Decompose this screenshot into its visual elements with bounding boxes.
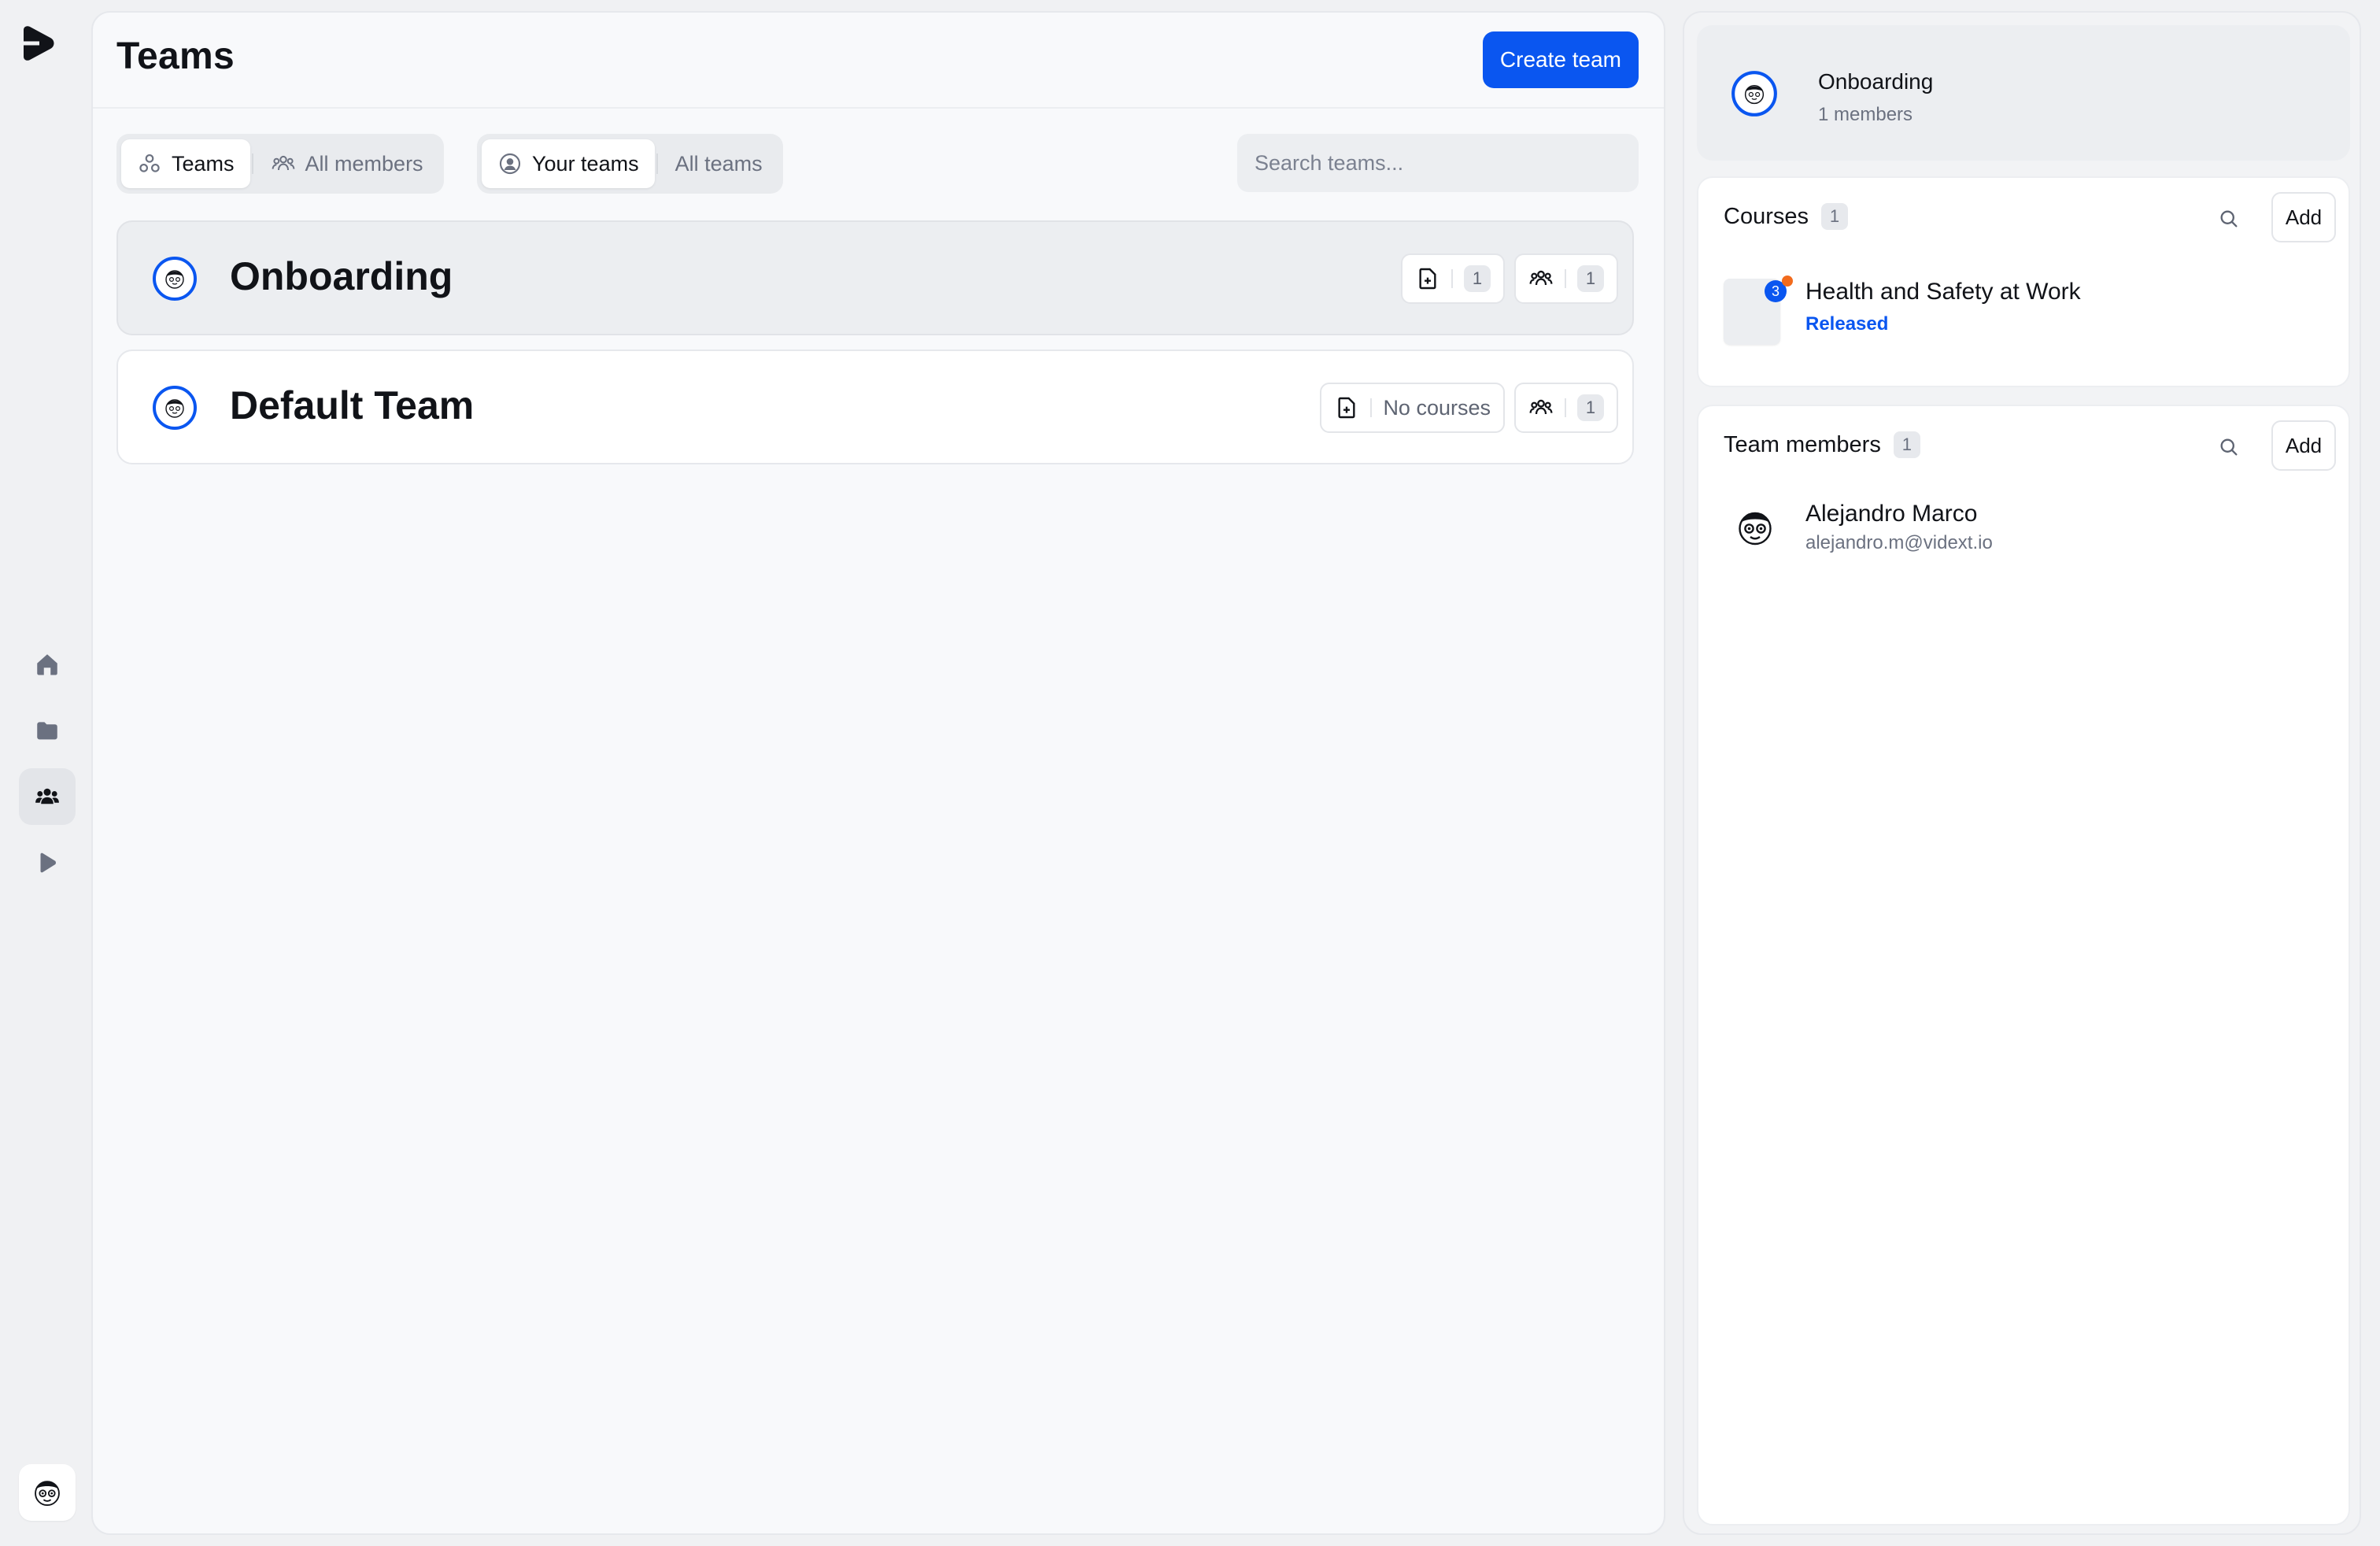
team-row-onboarding[interactable]: Onboarding 1 1: [116, 220, 1634, 335]
members-title: Team members: [1724, 431, 1881, 457]
course-status: Released: [1805, 313, 1889, 335]
team-detail-panel: Onboarding 1 members Courses 1 Add 3 Hea…: [1683, 11, 2361, 1535]
tab-all-members-label: All members: [305, 151, 423, 176]
members-search-button[interactable]: [2213, 431, 2245, 463]
user-circle-icon: [499, 153, 521, 175]
team-name: Default Team: [230, 383, 475, 427]
search-teams-input[interactable]: [1237, 134, 1639, 192]
members-count-badge: 1: [1577, 394, 1604, 421]
no-courses-label: No courses: [1383, 395, 1491, 420]
search-icon: [2220, 438, 2238, 456]
divider: [656, 153, 658, 174]
home-icon: [37, 654, 57, 675]
document-add-icon: [1338, 397, 1355, 419]
tab-your-teams-label: Your teams: [532, 151, 639, 176]
page-header: Teams Create team: [93, 13, 1664, 109]
course-name[interactable]: Health and Safety at Work: [1805, 279, 2081, 305]
courses-count-badge: 1: [1821, 203, 1848, 230]
avatar-icon: [35, 1481, 60, 1507]
tab-teams-label: Teams: [172, 151, 235, 176]
document-add-icon: [1419, 268, 1436, 290]
member-avatar-icon: [1739, 512, 1772, 546]
divider: [1565, 398, 1566, 417]
team-row-default[interactable]: Default Team No courses 1: [116, 350, 1634, 464]
team-avatar-icon: [1731, 71, 1777, 117]
tab-all-members[interactable]: All members: [255, 139, 439, 188]
divider: [1565, 269, 1566, 288]
team-avatar-icon: [153, 257, 197, 301]
team-members-section: Team members 1 Add Alejandro Marco aleja…: [1697, 405, 2350, 1526]
team-detail-header: Onboarding 1 members: [1697, 25, 2350, 161]
tab-all-teams[interactable]: All teams: [660, 139, 778, 188]
members-icon: [1529, 399, 1553, 415]
page-title: Teams: [116, 35, 235, 77]
folder-icon: [37, 722, 57, 740]
add-member-button[interactable]: Add: [2271, 420, 2336, 471]
tab-all-teams-label: All teams: [674, 151, 763, 176]
courses-title: Courses: [1724, 203, 1809, 229]
member-name[interactable]: Alejandro Marco: [1805, 501, 1977, 527]
notification-dot: [1782, 276, 1793, 287]
team-members-count[interactable]: 1: [1514, 383, 1618, 433]
member-email: alejandro.m@vidext.io: [1805, 532, 1993, 553]
create-team-button[interactable]: Create team: [1482, 31, 1639, 88]
courses-heading: Courses 1: [1724, 203, 1848, 230]
user-avatar-button[interactable]: [19, 1464, 76, 1521]
courses-section: Courses 1 Add 3 Health and Safety at Wor…: [1697, 176, 2350, 387]
tab-your-teams[interactable]: Your teams: [482, 139, 655, 188]
team-courses-count[interactable]: No courses: [1320, 383, 1505, 433]
search-icon: [2220, 210, 2238, 227]
nav-library[interactable]: [19, 702, 76, 759]
tab-teams[interactable]: Teams: [121, 139, 250, 188]
members-icon: [272, 155, 294, 171]
view-toggle: Teams All members: [116, 134, 444, 194]
divider: [1370, 398, 1373, 417]
members-icon: [1529, 270, 1553, 286]
team-detail-member-count: 1 members: [1818, 104, 1913, 125]
team-nav-icon: [35, 788, 59, 804]
divider: [251, 153, 253, 174]
play-icon: [40, 853, 56, 873]
nav-home[interactable]: [19, 636, 76, 693]
team-members-count[interactable]: 1: [1514, 253, 1618, 304]
team-detail-name: Onboarding: [1818, 69, 1934, 94]
scope-toggle: Your teams All teams: [477, 134, 783, 194]
nav-teams[interactable]: [19, 768, 76, 825]
nav-player[interactable]: [19, 834, 76, 891]
teams-panel: Teams Create team Teams All members Your…: [91, 11, 1665, 1535]
nav-rail: [0, 0, 91, 1546]
app-logo-icon[interactable]: [19, 24, 58, 63]
team-name: Onboarding: [230, 254, 453, 298]
team-courses-count[interactable]: 1: [1401, 253, 1505, 304]
divider: [1451, 269, 1453, 288]
courses-count-badge: 1: [1464, 265, 1491, 292]
members-count-badge: 1: [1893, 431, 1920, 458]
members-heading: Team members 1: [1724, 431, 1920, 458]
add-course-button[interactable]: Add: [2271, 192, 2336, 242]
courses-search-button[interactable]: [2213, 203, 2245, 235]
members-count-badge: 1: [1577, 265, 1604, 292]
teams-icon: [139, 153, 160, 172]
team-avatar-icon: [153, 386, 197, 430]
